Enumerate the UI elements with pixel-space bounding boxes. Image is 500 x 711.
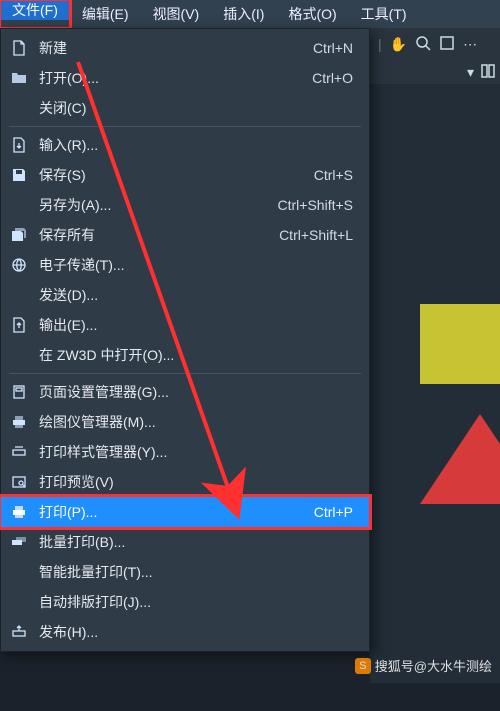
menu-label: 新建 <box>39 38 313 58</box>
menubar-edit[interactable]: 编辑(E) <box>70 0 141 28</box>
menu-shortcut: Ctrl+N <box>313 40 353 56</box>
menu-label: 页面设置管理器(G)... <box>39 382 353 402</box>
menu-label: 打印样式管理器(Y)... <box>39 442 353 462</box>
menu-preview[interactable]: 打印预览(V) <box>1 467 369 497</box>
file-dropdown: 新建 Ctrl+N 打开(O)... Ctrl+O 关闭(C) 输入(R)...… <box>0 28 370 652</box>
menu-shortcut: Ctrl+P <box>314 504 353 520</box>
canvas-rectangle <box>420 304 500 384</box>
save-icon <box>9 165 29 185</box>
toolbar-more-icon[interactable]: ⋯ <box>463 36 477 53</box>
menu-publish[interactable]: 发布(H)... <box>1 617 369 647</box>
menu-export[interactable]: 输出(E)... <box>1 310 369 340</box>
blank-icon <box>9 195 29 215</box>
menu-open[interactable]: 打开(O)... Ctrl+O <box>1 63 369 93</box>
menu-saveas[interactable]: 另存为(A)... Ctrl+Shift+S <box>1 190 369 220</box>
menubar-file[interactable]: 文件(F) <box>0 0 70 20</box>
menu-pagesetup[interactable]: 页面设置管理器(G)... <box>1 377 369 407</box>
import-icon <box>9 135 29 155</box>
menu-label: 发送(D)... <box>39 285 353 305</box>
menu-label: 输入(R)... <box>39 135 353 155</box>
new-file-icon <box>9 38 29 58</box>
export-icon <box>9 315 29 335</box>
menu-label: 输出(E)... <box>39 315 353 335</box>
menu-openzw3d[interactable]: 在 ZW3D 中打开(O)... <box>1 340 369 370</box>
menubar: 文件(F) 编辑(E) 视图(V) 插入(I) 格式(O) 工具(T) <box>0 0 500 28</box>
batchprint-icon <box>9 532 29 552</box>
sohu-icon: S <box>355 658 371 674</box>
plotter-icon <box>9 412 29 432</box>
menubar-file-wrap: 文件(F) <box>0 0 70 28</box>
menu-label: 电子传递(T)... <box>39 255 353 275</box>
menu-label: 在 ZW3D 中打开(O)... <box>39 345 353 365</box>
dropdown-arrow-icon[interactable]: ▾ <box>467 64 474 81</box>
open-folder-icon <box>9 68 29 88</box>
saveall-icon <box>9 225 29 245</box>
menu-label: 自动排版打印(J)... <box>39 592 353 612</box>
menu-import[interactable]: 输入(R)... <box>1 130 369 160</box>
menu-saveall[interactable]: 保存所有 Ctrl+Shift+L <box>1 220 369 250</box>
preview-icon <box>9 472 29 492</box>
menu-save[interactable]: 保存(S) Ctrl+S <box>1 160 369 190</box>
menubar-format[interactable]: 格式(O) <box>276 0 348 28</box>
blank-icon <box>9 285 29 305</box>
menu-shortcut: Ctrl+Shift+L <box>279 227 353 243</box>
menu-label: 发布(H)... <box>39 622 353 642</box>
menu-shortcut: Ctrl+S <box>314 167 353 183</box>
blank-icon <box>9 562 29 582</box>
menu-send[interactable]: 发送(D)... <box>1 280 369 310</box>
blank-icon <box>9 345 29 365</box>
menu-label: 智能批量打印(T)... <box>39 562 353 582</box>
menu-new[interactable]: 新建 Ctrl+N <box>1 33 369 63</box>
menu-smartbatch[interactable]: 智能批量打印(T)... <box>1 557 369 587</box>
blank-icon <box>9 592 29 612</box>
menu-label: 绘图仪管理器(M)... <box>39 412 353 432</box>
menu-etransmit[interactable]: 电子传递(T)... <box>1 250 369 280</box>
menu-label: 打印(P)... <box>39 502 314 522</box>
menu-label: 另存为(A)... <box>39 195 278 215</box>
menu-batchprint[interactable]: 批量打印(B)... <box>1 527 369 557</box>
watermark: S 搜狐号@大水牛测绘 <box>355 656 492 675</box>
drawing-canvas[interactable] <box>370 84 500 683</box>
menu-print[interactable]: 打印(P)... Ctrl+P <box>1 497 369 527</box>
menu-label: 保存(S) <box>39 165 314 185</box>
print-icon <box>9 502 29 522</box>
etransmit-icon <box>9 255 29 275</box>
pagesetup-icon <box>9 382 29 402</box>
menu-label: 打开(O)... <box>39 68 312 88</box>
menu-autolayout[interactable]: 自动排版打印(J)... <box>1 587 369 617</box>
publish-icon <box>9 622 29 642</box>
menu-separator <box>9 126 361 127</box>
palette-icon[interactable] <box>480 63 496 82</box>
menu-label: 关闭(C) <box>39 98 353 118</box>
menu-label: 保存所有 <box>39 225 279 245</box>
menu-close[interactable]: 关闭(C) <box>1 93 369 123</box>
menu-separator <box>9 373 361 374</box>
zoom-window-icon[interactable] <box>415 35 431 54</box>
zoom-extents-icon[interactable] <box>439 35 455 54</box>
menu-shortcut: Ctrl+Shift+S <box>278 197 353 213</box>
canvas-triangle <box>420 414 500 504</box>
menu-label: 批量打印(B)... <box>39 532 353 552</box>
menubar-tools[interactable]: 工具(T) <box>349 0 419 28</box>
plotstyle-icon <box>9 442 29 462</box>
watermark-text: 搜狐号@大水牛测绘 <box>375 656 492 675</box>
menu-plotstyle[interactable]: 打印样式管理器(Y)... <box>1 437 369 467</box>
pan-icon[interactable]: ✋ <box>390 36 407 53</box>
menu-plotter[interactable]: 绘图仪管理器(M)... <box>1 407 369 437</box>
menu-shortcut: Ctrl+O <box>312 70 353 86</box>
toolbar-separator: | <box>378 36 382 52</box>
menubar-view[interactable]: 视图(V) <box>141 0 212 28</box>
toolbar-icons: | ✋ ⋯ <box>370 28 500 60</box>
menubar-insert[interactable]: 插入(I) <box>211 0 276 28</box>
toolbar-row2: ▾ <box>370 60 500 84</box>
menu-label: 打印预览(V) <box>39 472 353 492</box>
blank-icon <box>9 98 29 118</box>
